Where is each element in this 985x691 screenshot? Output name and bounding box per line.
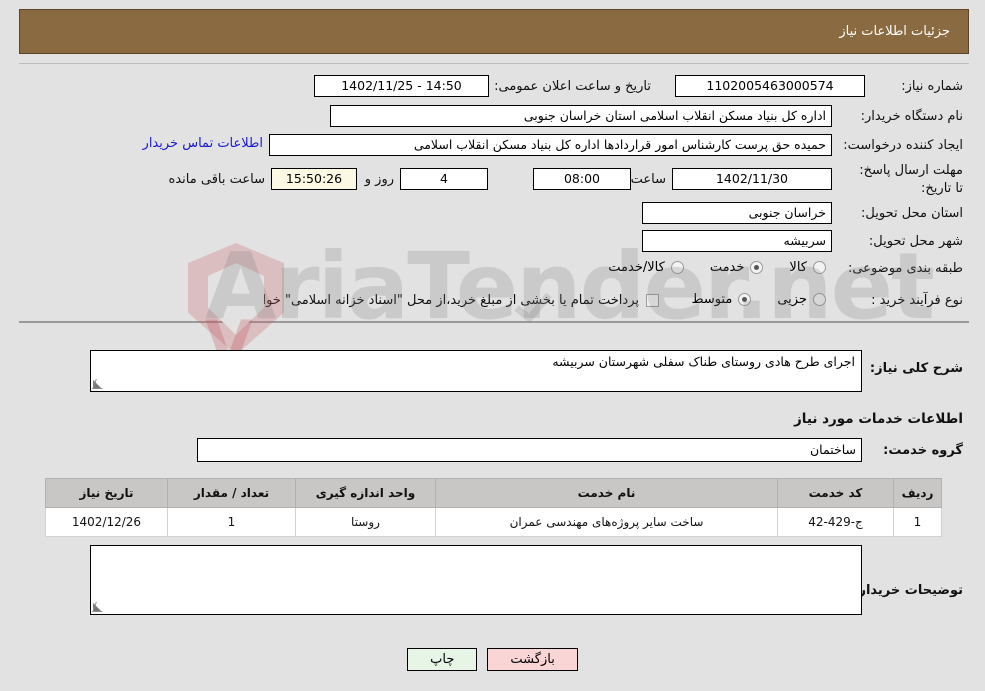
table-header-row: ردیف کد خدمت نام خدمت واحد اندازه گیری ت… [45,478,942,508]
description-value: اجرای طرح هادی روستای طناک سفلی شهرستان … [552,354,855,369]
print-button[interactable]: چاپ [407,648,478,671]
province-value: خراسان جنوبی [642,202,832,224]
process-option-label: متوسط [691,292,733,307]
column-header-index: ردیف [893,478,942,508]
need-number-value: 1102005463000574 [675,75,865,97]
remaining-days-unit-label: روز و [364,172,394,187]
checkbox-icon[interactable] [646,294,659,308]
province-label: استان محل تحویل: [861,206,963,221]
column-header-quantity: تعداد / مقدار [167,478,296,508]
resize-grip-icon[interactable]: ◣ [93,600,101,613]
cell-name: ساخت سایر پروژه‌های مهندسی عمران [435,507,778,537]
announce-datetime-field: تاریخ و ساعت اعلان عمومی: [494,78,651,96]
category-radio-group: کالا خدمت کالا/خدمت [608,260,826,275]
service-group-label: گروه خدمت: [883,443,963,458]
process-option-jozii[interactable]: جزیی [777,292,826,307]
category-option-kala[interactable]: کالا [789,260,826,275]
announce-datetime-value: 14:50 - 1402/11/25 [314,75,489,97]
city-label: شهر محل تحویل: [868,234,963,249]
category-field: طبقه بندی موضوعی: [848,260,963,278]
radio-selected-icon[interactable] [750,261,764,274]
remaining-days-value: 4 [400,168,488,190]
category-option-label: خدمت [709,260,745,275]
city-field: شهر محل تحویل: [869,233,963,251]
buyer-org-value: اداره کل بنیاد مسکن انقلاب اسلامی استان … [330,105,832,127]
deadline-field: مهلت ارسال پاسخ: تا تاریخ: [859,162,963,197]
need-info-panel: شماره نیاز: 1102005463000574 تاریخ و ساع… [19,63,969,323]
requester-field: ایجاد کننده درخواست: [843,137,963,155]
action-buttons: بازگشت چاپ [0,648,985,671]
buyer-org-field: نام دستگاه خریدار: [861,108,963,126]
treasury-bond-label: پرداخت تمام یا بخشی از مبلغ خرید،از محل … [224,293,639,308]
radio-icon[interactable] [813,261,826,274]
cell-code: ج-429-42 [777,507,894,537]
service-group-value: ساختمان [197,438,862,462]
process-option-label: جزیی [777,292,807,307]
need-number-field: شماره نیاز: [901,78,963,96]
buyer-org-label: نام دستگاه خریدار: [860,109,963,124]
category-label: طبقه بندی موضوعی: [847,261,963,276]
services-section-title: اطلاعات خدمات مورد نیاز [793,411,963,427]
buyer-contact-link[interactable]: اطلاعات تماس خریدار [143,136,263,151]
description-textarea[interactable]: اجرای طرح هادی روستای طناک سفلی شهرستان … [90,350,862,392]
announce-datetime-label: تاریخ و ساعت اعلان عمومی: [494,79,651,94]
column-header-unit: واحد اندازه گیری [295,478,436,508]
cell-date: 1402/12/26 [45,507,168,537]
back-button[interactable]: بازگشت [487,648,578,671]
column-header-date: تاریخ نیاز [45,478,168,508]
cell-quantity: 1 [167,507,296,537]
services-panel: شرح کلی نیاز: اجرای طرح هادی روستای طناک… [19,330,969,630]
tender-detail-page: جزئیات اطلاعات نیاز شماره نیاز: 11020054… [0,0,985,691]
requester-value: حمیده حق پرست کارشناس امور قراردادها ادا… [269,134,832,156]
deadline-hour-value: 08:00 [533,168,631,190]
column-header-code: کد خدمت [777,478,894,508]
buyer-notes-textarea[interactable]: ◣ [90,545,862,615]
services-table: ردیف کد خدمت نام خدمت واحد اندازه گیری ت… [45,478,942,537]
table-row: 1 ج-429-42 ساخت سایر پروژه‌های مهندسی عم… [45,507,942,537]
category-option-label: کالا/خدمت [608,260,665,275]
buyer-notes-label: توضیحات خریدار: [853,583,963,598]
page-header: جزئیات اطلاعات نیاز [19,9,969,54]
process-radio-group: جزیی متوسط [691,292,826,307]
category-option-label: کالا [789,260,807,275]
radio-icon[interactable] [670,261,684,274]
process-type-field: نوع فرآیند خرید : [871,292,963,310]
requester-label: ایجاد کننده درخواست: [843,138,963,153]
radio-icon[interactable] [813,293,826,306]
treasury-bond-checkbox-field[interactable]: پرداخت تمام یا بخشی از مبلغ خرید،از محل … [224,292,659,310]
process-type-label: نوع فرآیند خرید : [871,293,963,308]
cell-index: 1 [893,507,942,537]
province-field: استان محل تحویل: [861,205,963,223]
page-title: جزئیات اطلاعات نیاز [839,24,950,39]
category-option-kala-khedmat[interactable]: کالا/خدمت [608,260,684,275]
cell-unit: روستا [295,507,436,537]
radio-selected-icon[interactable] [738,293,752,306]
column-header-name: نام خدمت [435,478,778,508]
category-option-khedmat[interactable]: خدمت [710,260,764,275]
need-number-label: شماره نیاز: [901,79,963,94]
countdown-timer-value: 15:50:26 [271,168,357,190]
process-option-motavaset[interactable]: متوسط [691,292,752,307]
deadline-date-value: 1402/11/30 [672,168,832,190]
countdown-unit-label: ساعت باقی مانده [168,172,265,187]
deadline-label: مهلت ارسال پاسخ: تا تاریخ: [859,163,963,196]
description-label: شرح کلی نیاز: [869,361,963,376]
deadline-hour-label: ساعت [630,172,666,187]
resize-grip-icon[interactable]: ◣ [93,377,101,390]
city-value: سربیشه [642,230,832,252]
